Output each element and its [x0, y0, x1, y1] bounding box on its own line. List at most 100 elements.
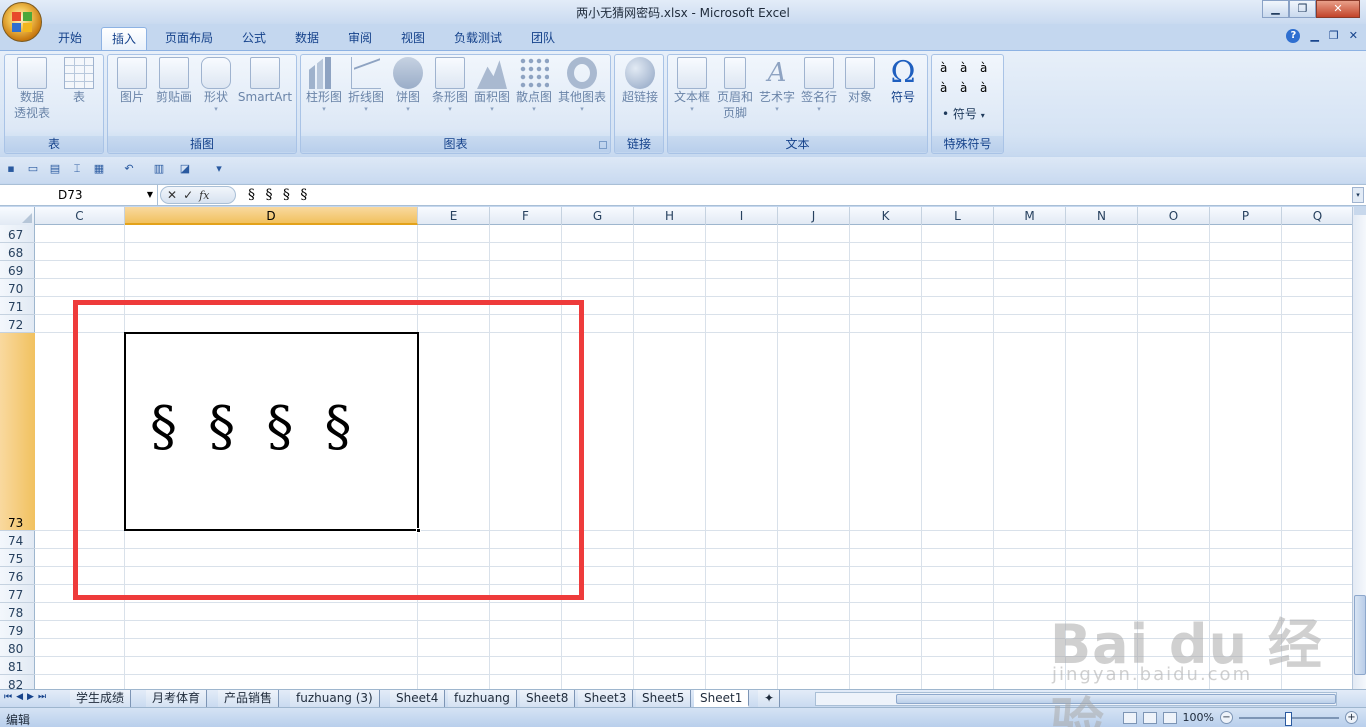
help-icon[interactable]: ? — [1286, 29, 1301, 43]
next-sheet-icon[interactable]: ▶ — [27, 692, 34, 702]
column-header-h[interactable]: H — [634, 207, 706, 225]
column-header-o[interactable]: O — [1138, 207, 1210, 225]
symbol-slot-3[interactable]: à — [980, 61, 1000, 75]
print-preview-icon[interactable]: ▤ — [48, 162, 62, 176]
save-icon[interactable]: ▪ — [4, 162, 18, 176]
undo-icon[interactable]: ↶ — [122, 162, 136, 176]
column-header-e[interactable]: E — [418, 207, 490, 225]
open-icon[interactable]: ▭ — [26, 162, 40, 176]
column-header-p[interactable]: P — [1210, 207, 1282, 225]
page-break-view-icon[interactable] — [1162, 711, 1177, 724]
tab-data[interactable]: 数据 — [285, 27, 329, 50]
column-header-g[interactable]: G — [562, 207, 634, 225]
normal-view-icon[interactable] — [1122, 711, 1137, 724]
signature-line-button[interactable]: 签名行 ▾ — [798, 57, 840, 113]
close-button[interactable]: ✕ — [1316, 0, 1360, 18]
text-box-button[interactable]: 文本框 ▾ — [670, 57, 714, 113]
enter-icon[interactable]: ✓ — [183, 188, 193, 202]
zoom-out-icon[interactable]: − — [1220, 711, 1233, 724]
ribbon-close-icon[interactable]: ✕ — [1349, 29, 1358, 43]
tab-team[interactable]: 团队 — [521, 27, 565, 50]
shapes-button[interactable]: 形状 ▾ — [198, 57, 234, 113]
charts-dialog-launcher-icon[interactable] — [599, 141, 607, 149]
sheet-tab-9[interactable]: Sheet5 — [636, 690, 692, 707]
zoom-in-icon[interactable]: + — [1345, 711, 1358, 724]
scatter-chart-button[interactable]: 散点图 ▾ — [513, 57, 555, 113]
zoom-level[interactable]: 100% — [1183, 711, 1214, 724]
hyperlink-button[interactable]: 超链接 — [617, 57, 663, 105]
split-handle[interactable] — [1354, 207, 1366, 215]
last-sheet-icon[interactable]: ⏭ — [38, 692, 46, 702]
column-header-l[interactable]: L — [922, 207, 994, 225]
sheet-tab-5[interactable]: Sheet4 — [390, 690, 446, 707]
cancel-icon[interactable]: ✕ — [167, 188, 177, 202]
picture-button[interactable]: 图片 — [112, 57, 152, 105]
worksheet[interactable]: CDEFGHIJKLMNOPQ 67 68 69 70 71 72 73 74 75 76 77 78… — [0, 207, 1352, 690]
area-chart-button[interactable]: 面积图 ▾ — [471, 57, 513, 113]
column-header-i[interactable]: I — [706, 207, 778, 225]
tab-load-test[interactable]: 负载测试 — [444, 27, 512, 50]
tab-page-layout[interactable]: 页面布局 — [155, 27, 223, 50]
expand-formula-bar-icon[interactable]: ▾ — [1352, 187, 1364, 203]
select-all-button[interactable] — [0, 207, 35, 225]
symbol-slot-1[interactable]: à — [940, 61, 960, 75]
row-header-67[interactable]: 67 — [0, 225, 35, 243]
zoom-slider[interactable] — [1239, 711, 1339, 726]
office-button[interactable] — [2, 2, 42, 42]
row-header-68[interactable]: 68 — [0, 243, 35, 261]
row-header-75[interactable]: 75 — [0, 549, 35, 567]
symbol-button[interactable]: Ω 符号 — [882, 57, 924, 105]
customize-qat-icon[interactable]: ▾ — [212, 162, 226, 176]
print-area-icon[interactable]: ▦ — [92, 162, 106, 176]
other-charts-button[interactable]: 其他图表 ▾ — [555, 57, 609, 113]
tab-view[interactable]: 视图 — [391, 27, 435, 50]
horizontal-scrollbar[interactable] — [815, 692, 1337, 706]
symbol-slot-4[interactable]: à — [940, 81, 960, 95]
page-layout-view-icon[interactable] — [1142, 711, 1157, 724]
insert-sheet-icon[interactable]: ✦ — [758, 690, 780, 707]
row-header-82[interactable]: 82 — [0, 675, 35, 690]
row-header-72[interactable]: 72 — [0, 315, 35, 333]
format-painter-icon[interactable]: ⌶ — [70, 162, 84, 176]
formula-input[interactable]: § § § § — [248, 185, 310, 205]
column-header-k[interactable]: K — [850, 207, 922, 225]
symbol-slot-5[interactable]: à — [960, 81, 980, 95]
tab-home[interactable]: 开始 — [48, 27, 92, 50]
header-footer-button[interactable]: 页眉和 页脚 — [714, 57, 756, 121]
column-header-c[interactable]: C — [35, 207, 125, 225]
wordart-button[interactable]: A 艺术字 ▾ — [756, 57, 798, 113]
sheet-tab-1[interactable]: 学生成绩 — [70, 690, 132, 707]
tab-review[interactable]: 审阅 — [338, 27, 382, 50]
sheet-tab-10[interactable]: Sheet1 — [694, 690, 750, 707]
horizontal-scroll-thumb[interactable] — [896, 694, 1336, 704]
column-header-j[interactable]: J — [778, 207, 850, 225]
row-header-76[interactable]: 76 — [0, 567, 35, 585]
smartart-button[interactable]: SmartArt — [236, 57, 294, 105]
symbol-slot-6[interactable]: à — [980, 81, 1000, 95]
sheet-tab-2[interactable]: 月考体育 — [146, 690, 208, 707]
special-symbol-dropdown[interactable]: • 符号 ▾ — [942, 105, 985, 122]
column-header-n[interactable]: N — [1066, 207, 1138, 225]
table-button[interactable]: 表 — [59, 57, 99, 105]
line-chart-button[interactable]: 折线图 ▾ — [345, 57, 387, 113]
row-header-69[interactable]: 69 — [0, 261, 35, 279]
sheet-tab-4[interactable]: fuzhuang (3) — [290, 690, 380, 707]
column-chart-button[interactable]: 柱形图 ▾ — [303, 57, 345, 113]
tab-insert[interactable]: 插入 — [101, 27, 148, 50]
row-header-78[interactable]: 78 — [0, 603, 35, 621]
tab-formulas[interactable]: 公式 — [232, 27, 276, 50]
prev-sheet-icon[interactable]: ◀ — [16, 692, 23, 702]
vertical-scrollbar[interactable] — [1352, 207, 1366, 690]
name-box-dropdown-icon[interactable]: ▼ — [147, 185, 153, 205]
row-header-74[interactable]: 74 — [0, 531, 35, 549]
sheet-tab-3[interactable]: 产品销售 — [218, 690, 280, 707]
first-sheet-icon[interactable]: ⏮ — [4, 692, 12, 702]
row-header-81[interactable]: 81 — [0, 657, 35, 675]
column-header-d[interactable]: D — [125, 207, 418, 225]
insert-function-button[interactable]: fx — [199, 189, 209, 202]
column-header-f[interactable]: F — [490, 207, 562, 225]
sort-icon[interactable]: ▥ — [152, 162, 166, 176]
column-header-q[interactable]: Q — [1282, 207, 1352, 225]
minimize-button[interactable]: ▁ — [1262, 0, 1289, 18]
row-header-80[interactable]: 80 — [0, 639, 35, 657]
